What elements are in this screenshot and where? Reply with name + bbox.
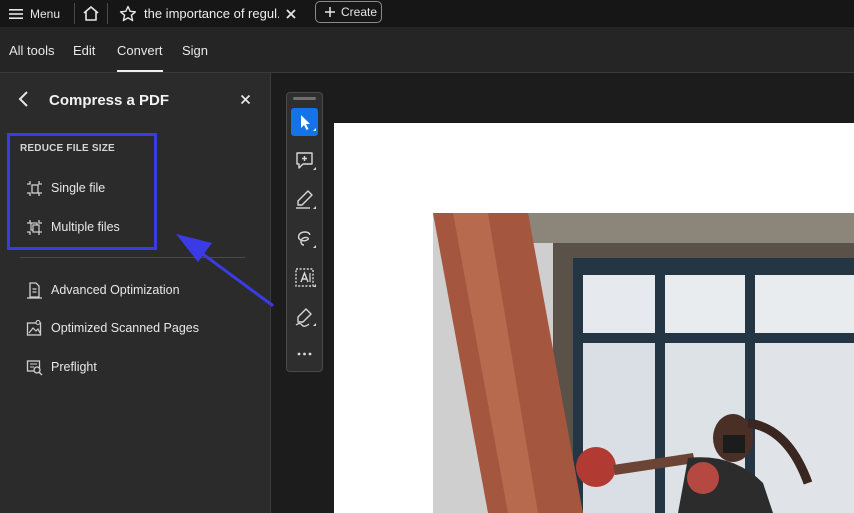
preflight-option[interactable]: Preflight <box>20 354 240 380</box>
title-bar: Menu the importance of regul... Create <box>0 0 854 27</box>
hamburger-icon <box>9 8 23 19</box>
sign-tool[interactable] <box>291 303 318 331</box>
advanced-optimization-option[interactable]: Advanced Optimization <box>20 277 240 303</box>
create-button[interactable]: Create <box>315 1 382 23</box>
more-tools-button[interactable] <box>291 341 318 369</box>
separator <box>107 3 108 24</box>
back-icon[interactable] <box>17 90 31 108</box>
highlight-pen-icon <box>296 190 316 209</box>
tab-all-tools[interactable]: All tools <box>9 27 55 72</box>
separator <box>74 3 75 24</box>
menu-label: Menu <box>30 6 61 21</box>
optimized-scanned-pages-label: Optimized Scanned Pages <box>51 321 200 335</box>
preflight-icon <box>26 359 43 375</box>
create-label: Create <box>341 5 378 19</box>
sign-pen-icon <box>295 308 316 327</box>
divider <box>20 257 245 258</box>
tab-title: the importance of regul... <box>144 6 279 21</box>
advanced-optimization-label: Advanced Optimization <box>51 283 180 297</box>
draw-freehand-icon <box>297 231 316 248</box>
select-pointer-icon <box>301 115 316 131</box>
close-tab-icon[interactable] <box>285 8 297 20</box>
draw-tool[interactable] <box>291 225 318 253</box>
select-tool[interactable] <box>291 108 318 136</box>
document-tab[interactable]: the importance of regul... <box>111 0 309 27</box>
scanned-pages-icon <box>26 319 42 336</box>
tool-nav: All tools Edit Convert Sign <box>0 27 854 73</box>
menu-button[interactable]: Menu <box>0 0 72 27</box>
advanced-optimization-icon <box>27 281 42 299</box>
close-panel-icon[interactable] <box>240 94 251 105</box>
compress-panel: Compress a PDF REDUCE FILE SIZE Single f… <box>0 73 271 513</box>
optimized-scanned-pages-option[interactable]: Optimized Scanned Pages <box>20 315 240 341</box>
home-icon <box>83 6 99 21</box>
add-comment-icon <box>296 152 316 170</box>
home-button[interactable] <box>80 3 102 24</box>
quick-tools-toolbar <box>286 92 323 372</box>
star-icon[interactable] <box>119 5 137 22</box>
text-recognition-icon <box>295 268 316 287</box>
document-image <box>433 213 854 513</box>
preflight-label: Preflight <box>51 360 97 374</box>
tab-edit[interactable]: Edit <box>73 27 95 72</box>
annotation-highlight-box <box>7 133 157 250</box>
text-select-tool[interactable] <box>291 264 318 292</box>
tab-sign[interactable]: Sign <box>182 27 208 72</box>
comment-tool[interactable] <box>291 147 318 175</box>
panel-title: Compress a PDF <box>49 92 170 109</box>
more-tools-icon <box>297 352 312 356</box>
toolbar-drag-handle[interactable] <box>293 97 316 100</box>
highlight-tool[interactable] <box>291 186 318 214</box>
tab-convert[interactable]: Convert <box>117 27 163 72</box>
plus-icon <box>325 7 335 17</box>
